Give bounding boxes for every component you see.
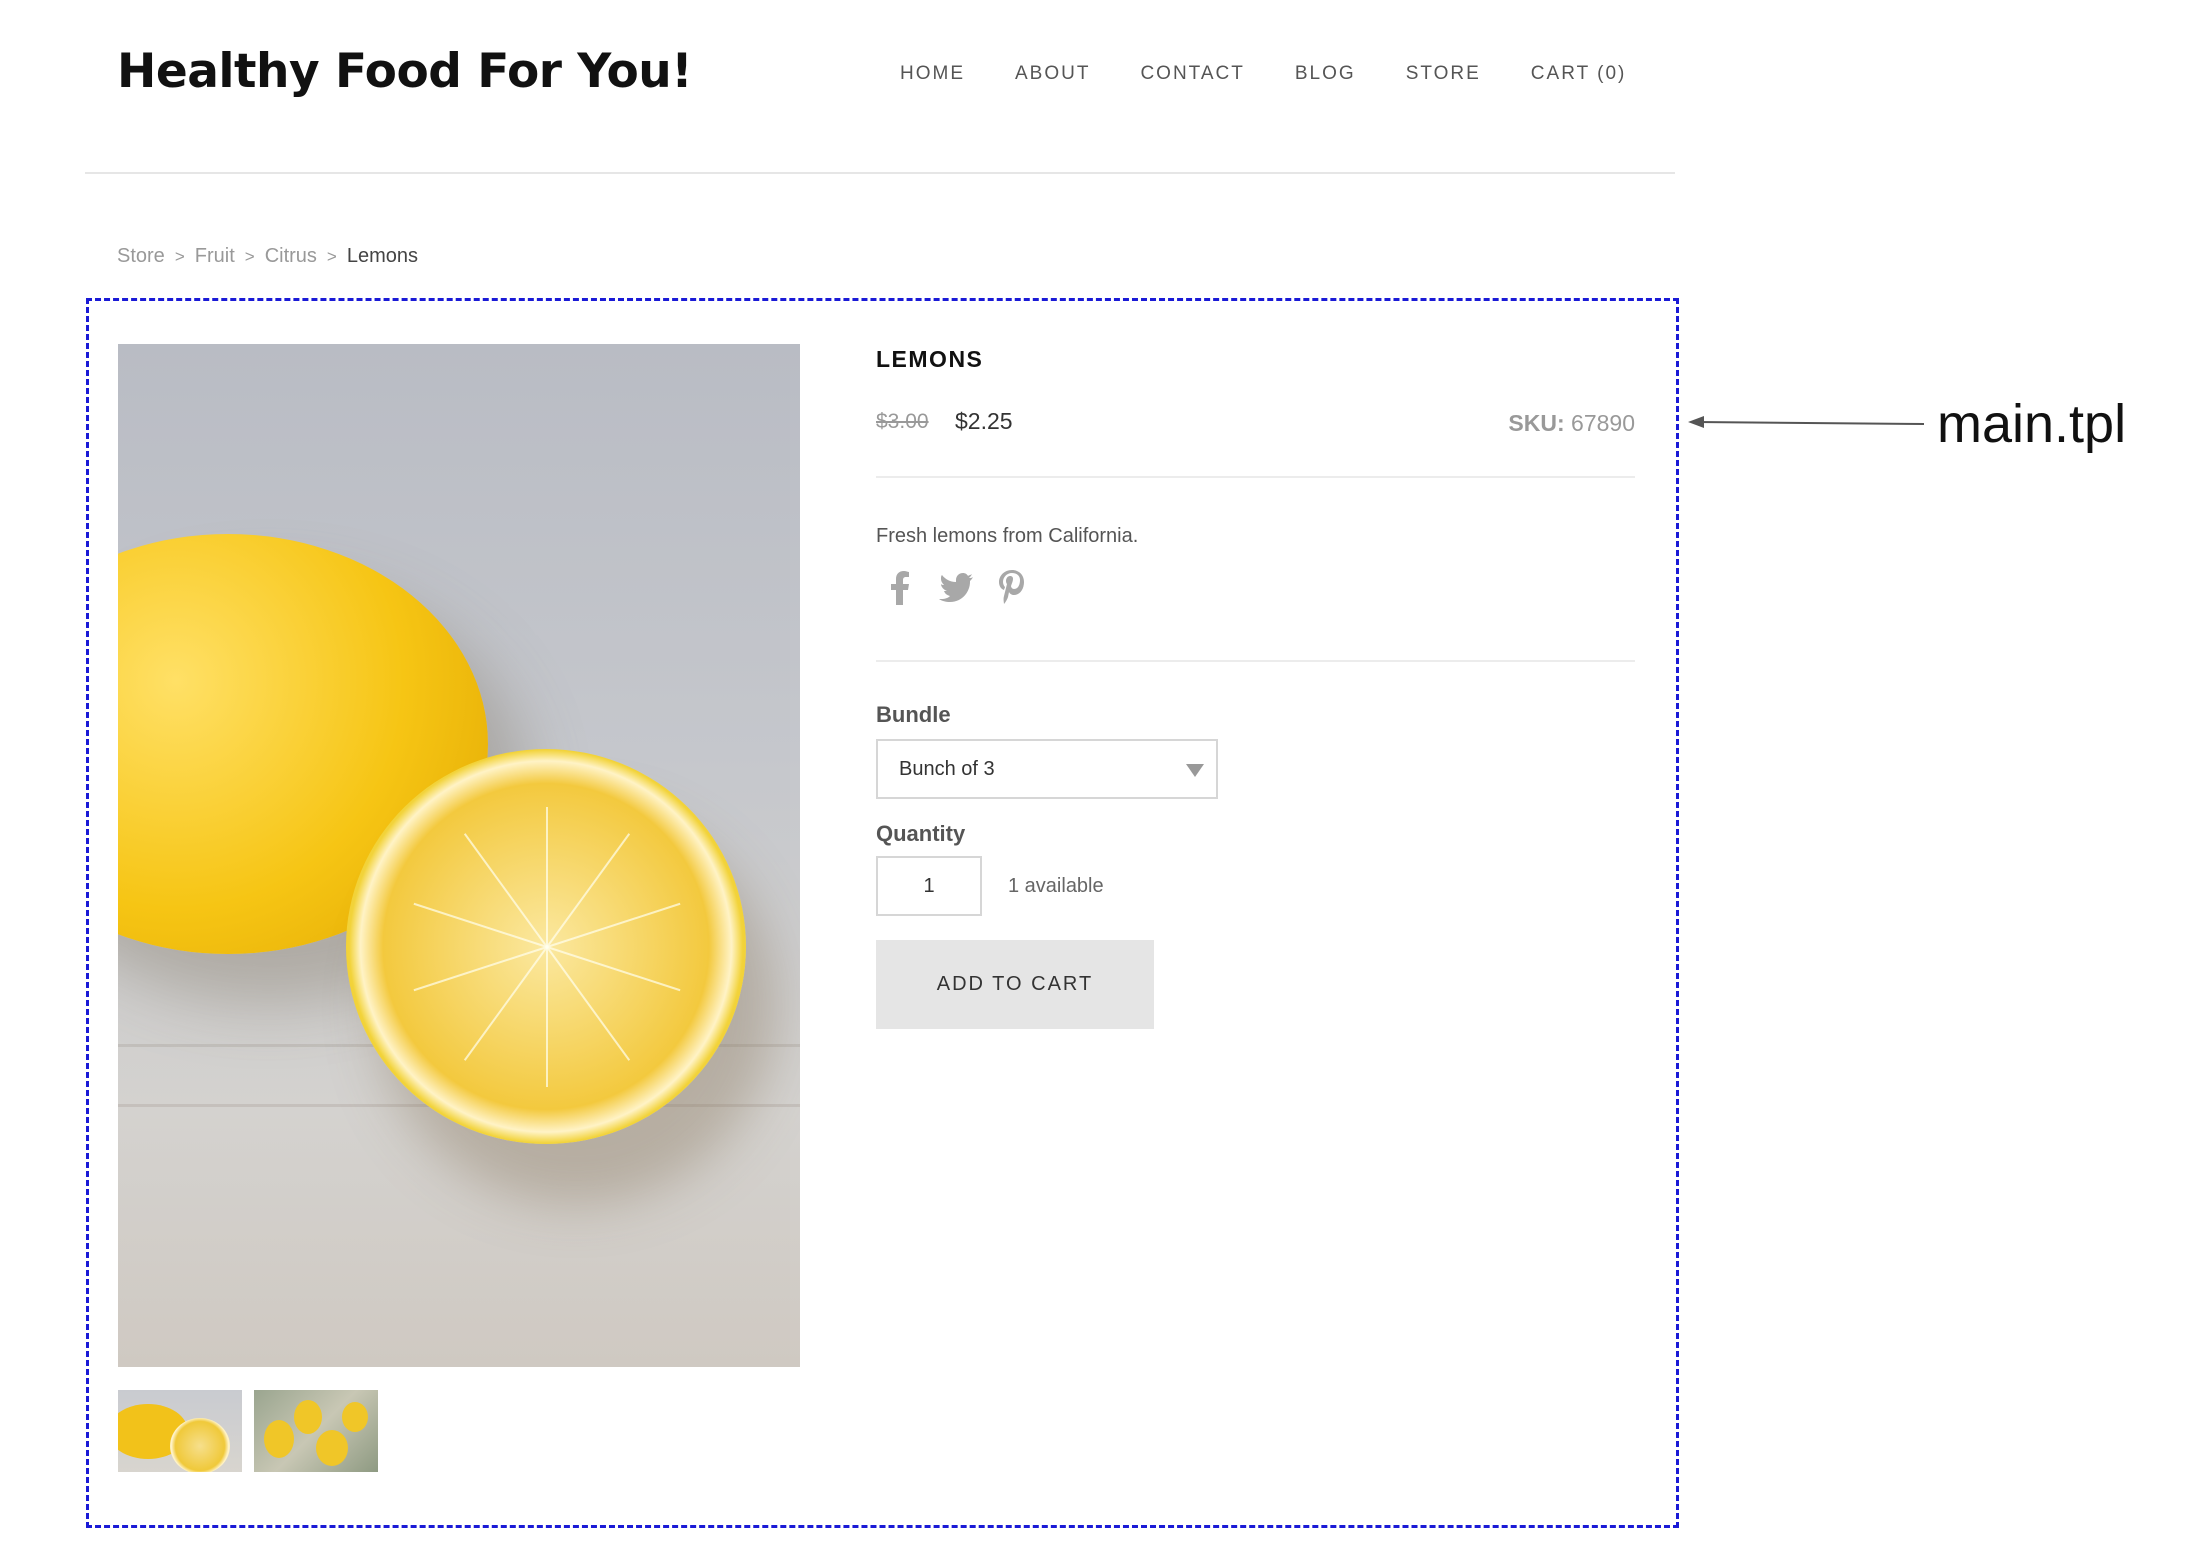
breadcrumb-fruit[interactable]: Fruit (195, 245, 235, 267)
stock-available: 1 available (1008, 875, 1104, 897)
lemon-segment (413, 902, 548, 948)
nav-cart[interactable]: CART (0) (1531, 63, 1627, 85)
breadcrumb-citrus[interactable]: Citrus (265, 245, 317, 267)
nav-contact[interactable]: CONTACT (1140, 63, 1244, 85)
thumb-half-lemon (170, 1418, 230, 1472)
lemon-segment (413, 945, 548, 991)
chevron-down-icon (1186, 764, 1204, 777)
breadcrumb-separator: > (244, 247, 255, 266)
lemon-segment (546, 806, 548, 947)
product-thumbnail-2[interactable] (254, 1390, 378, 1472)
sale-price: $2.25 (955, 408, 1013, 434)
product-description: Fresh lemons from California. (876, 525, 1139, 547)
breadcrumb-separator: > (326, 247, 337, 266)
thumb-lemon (264, 1420, 294, 1458)
options-divider (876, 660, 1635, 662)
nav-home[interactable]: HOME (900, 63, 965, 85)
pinterest-icon[interactable] (994, 570, 1030, 606)
original-price: $3.00 (876, 410, 929, 433)
product-thumbnails (118, 1390, 378, 1472)
breadcrumb-store[interactable]: Store (117, 245, 165, 267)
quantity-label: Quantity (876, 821, 966, 846)
twitter-icon[interactable] (938, 570, 974, 606)
breadcrumb-current: Lemons (346, 245, 419, 267)
product-thumbnail-1[interactable] (118, 1390, 242, 1472)
bundle-label: Bundle (876, 702, 951, 727)
bundle-selected-value: Bunch of 3 (899, 758, 995, 780)
facebook-icon[interactable] (882, 570, 918, 606)
add-to-cart-button[interactable]: ADD TO CART (876, 940, 1154, 1029)
sku-value: 67890 (1571, 410, 1635, 436)
social-share (882, 570, 1030, 606)
quantity-input[interactable] (876, 856, 982, 916)
breadcrumb-separator: > (174, 247, 185, 266)
annotation-label: main.tpl (1937, 394, 2127, 454)
nav-store[interactable]: STORE (1406, 63, 1481, 85)
bundle-select[interactable]: Bunch of 3 (876, 739, 1218, 799)
thumb-lemon (316, 1430, 348, 1466)
header-divider (85, 172, 1675, 174)
thumb-lemon (342, 1402, 368, 1432)
annotation-arrow (1688, 416, 1925, 428)
lemon-segment (463, 945, 548, 1061)
details-divider (876, 476, 1635, 478)
lemon-segment (546, 832, 631, 948)
product-sku: SKU: 67890 (1508, 410, 1635, 437)
product-title: LEMONS (876, 346, 984, 372)
half-lemon (346, 749, 746, 1144)
thumb-lemon (294, 1400, 322, 1434)
sku-label: SKU: (1508, 410, 1565, 436)
product-main-image[interactable] (118, 344, 800, 1367)
main-nav: HOME ABOUT CONTACT BLOG STORE CART (0) (900, 63, 1626, 85)
lemon-segment (546, 945, 631, 1061)
lemon-segment (463, 832, 548, 948)
site-title[interactable]: Healthy Food For You! (117, 44, 693, 99)
nav-blog[interactable]: BLOG (1295, 63, 1356, 85)
lemon-segment (546, 902, 681, 948)
lemon-segment (546, 946, 548, 1087)
breadcrumb: Store > Fruit > Citrus > Lemons (117, 245, 418, 268)
nav-about[interactable]: ABOUT (1015, 63, 1090, 85)
lemon-segment (546, 945, 681, 991)
